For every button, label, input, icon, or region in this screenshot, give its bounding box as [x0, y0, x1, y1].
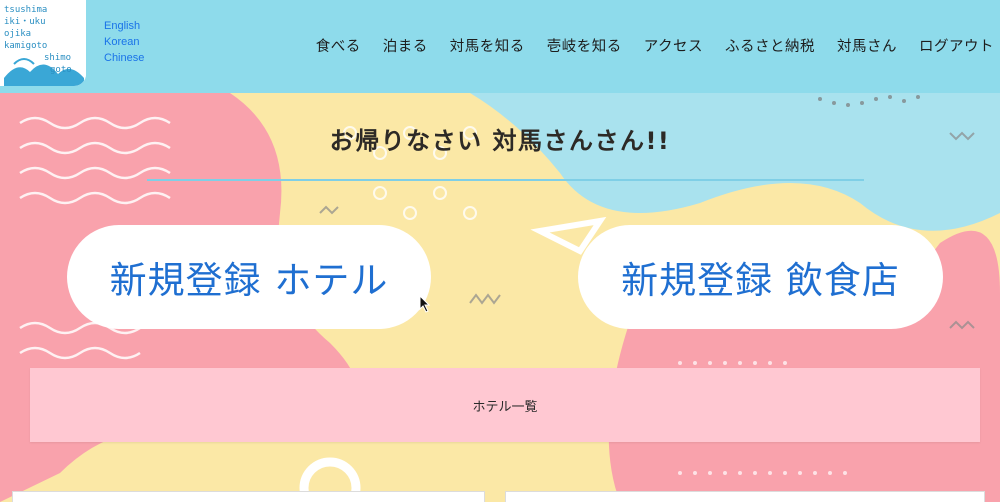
- main-nav: 食べる 泊まる 対馬を知る 壱岐を知る アクセス ふるさと納税 対馬さん ログア…: [294, 35, 994, 56]
- nav-item-stay[interactable]: 泊まる: [383, 35, 428, 56]
- nav-item-logout[interactable]: ログアウト: [919, 35, 994, 56]
- nav-item-eat[interactable]: 食べる: [316, 35, 361, 56]
- language-english-link[interactable]: English: [104, 18, 144, 34]
- logo-graphic: tsushima iki・uku ojika kamigoto shimo go…: [0, 0, 86, 86]
- nav-item-furusato-tax[interactable]: ふるさと納税: [725, 35, 815, 56]
- hero-section: お帰りなさい 対馬さんさん!! 新規登録 ホテル 新規登録 飲食店 ホテル一覧: [0, 93, 1000, 502]
- nav-item-about-iki[interactable]: 壱岐を知る: [547, 35, 622, 56]
- listing-card[interactable]: [12, 491, 485, 502]
- logo-text-5: shimo: [44, 53, 71, 63]
- language-switcher: English Korean Chinese: [104, 18, 144, 66]
- nav-item-access[interactable]: アクセス: [644, 35, 703, 56]
- logo-text-3: ojika: [4, 29, 31, 39]
- nav-item-user[interactable]: 対馬さん: [837, 35, 897, 56]
- nav-item-about-tsushima[interactable]: 対馬を知る: [450, 35, 525, 56]
- logo-text-1: tsushima: [4, 5, 47, 15]
- hotel-list-button[interactable]: ホテル一覧: [30, 368, 980, 442]
- register-restaurant-button[interactable]: 新規登録 飲食店: [578, 225, 943, 329]
- welcome-underline: [147, 179, 864, 181]
- logo-text-2: iki・uku: [4, 17, 46, 27]
- language-korean-link[interactable]: Korean: [104, 34, 144, 50]
- logo-text-4: kamigoto: [4, 41, 47, 51]
- register-hotel-button[interactable]: 新規登録 ホテル: [67, 225, 431, 329]
- language-chinese-link[interactable]: Chinese: [104, 50, 144, 66]
- listing-card[interactable]: [505, 491, 985, 502]
- site-header: tsushima iki・uku ojika kamigoto shimo go…: [0, 0, 1000, 93]
- site-logo[interactable]: tsushima iki・uku ojika kamigoto shimo go…: [0, 0, 86, 86]
- logo-text-6: goto: [50, 65, 72, 75]
- mouse-cursor-icon: [419, 295, 431, 313]
- welcome-heading: お帰りなさい 対馬さんさん!!: [329, 127, 671, 155]
